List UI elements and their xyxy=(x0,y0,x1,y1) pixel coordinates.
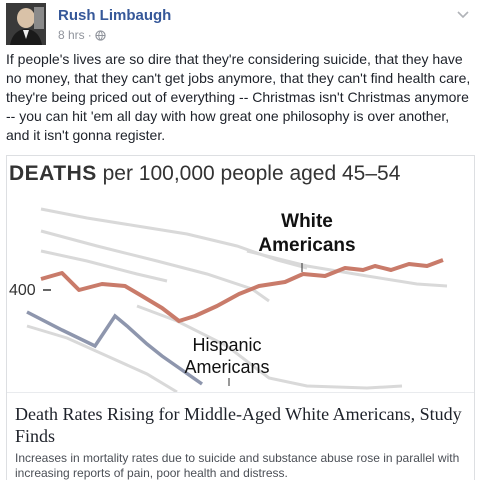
series-label-white-line2: Americans xyxy=(258,235,356,256)
globe-icon xyxy=(95,29,106,41)
chart-title: DEATHS per 100,000 people aged 45–54 xyxy=(9,162,400,186)
link-description: Increases in mortality rates due to suic… xyxy=(15,451,460,480)
link-preview-body[interactable]: Death Rates Rising for Middle-Aged White… xyxy=(7,392,474,480)
link-preview-card[interactable]: DEATHS per 100,000 people aged 45–54 400… xyxy=(6,155,475,480)
chevron-down-icon[interactable] xyxy=(456,7,470,21)
series-label-white-line1: White xyxy=(281,211,333,232)
series-label-hispanic-line1: Hispanic xyxy=(192,335,262,355)
post-text: If people's lives are so dire that they'… xyxy=(6,51,471,143)
meta-separator: · xyxy=(87,28,92,42)
post-header: Rush Limbaugh 8 hrs · xyxy=(6,3,476,47)
chart-subtitle: per 100,000 people aged 45–54 xyxy=(102,162,401,185)
facebook-post: Rush Limbaugh 8 hrs · If people's lives … xyxy=(0,0,480,480)
series-label-hispanic-americans: Hispanic Americans xyxy=(177,334,277,378)
series-label-hispanic-line2: Americans xyxy=(184,357,270,377)
series-label-white-americans: White Americans xyxy=(247,210,367,258)
avatar[interactable] xyxy=(6,3,46,45)
other-series-line xyxy=(40,229,270,303)
other-series-line xyxy=(40,249,168,283)
link-headline[interactable]: Death Rates Rising for Middle-Aged White… xyxy=(15,403,470,447)
chart-title-main: DEATHS xyxy=(9,162,97,185)
post-meta: 8 hrs · xyxy=(58,28,106,42)
link-preview-chart[interactable]: DEATHS per 100,000 people aged 45–54 400… xyxy=(7,156,474,392)
author-name[interactable]: Rush Limbaugh xyxy=(58,7,171,24)
post-time[interactable]: 8 hrs xyxy=(58,28,85,42)
series-line-white-americans xyxy=(40,258,444,323)
series-line-hispanic-americans xyxy=(26,310,204,386)
ytick-label: 400 xyxy=(9,282,36,299)
